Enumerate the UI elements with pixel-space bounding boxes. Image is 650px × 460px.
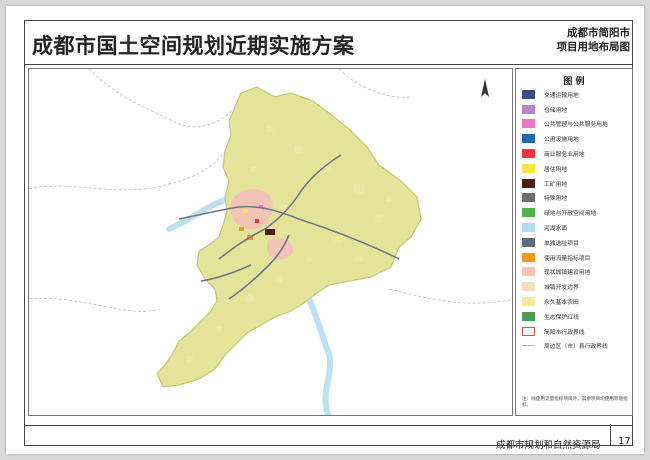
legend-item: 绿地与开敞空间用地 <box>522 205 632 220</box>
legend-item: 公共管理与公共服务用地 <box>522 117 632 132</box>
page-number: 17 <box>618 436 631 447</box>
legend-label: 公用设施用地 <box>544 137 579 144</box>
map-title: 成都市简阳市 项目用地布局图 <box>557 26 631 54</box>
legend-item: 居住用地 <box>522 161 632 176</box>
legend-swatch <box>522 237 535 247</box>
legend-item: 工矿用地 <box>522 176 632 191</box>
legend-swatch <box>522 193 535 203</box>
map-panel[interactable] <box>28 68 513 416</box>
legend-label: 单独选址项目 <box>544 240 579 247</box>
legend-swatch <box>522 282 535 292</box>
legend-label: 城镇开发边界 <box>544 285 579 292</box>
legend-label: 周边区（市）县行政界线 <box>544 344 608 351</box>
legend-item: 特殊用地 <box>522 191 632 206</box>
legend-label: 仓储用地 <box>544 107 568 114</box>
legend-swatch <box>522 223 535 233</box>
footer-divider <box>25 425 632 426</box>
industrial-project <box>265 229 275 235</box>
legend-swatch <box>522 163 535 173</box>
legend-swatch <box>522 149 535 159</box>
commercial-project <box>255 219 259 223</box>
legend-label: 河湖水面 <box>544 226 568 233</box>
legend-panel: 图 例 交通运输用地 仓储用地公共管理与公共服务用地 公用设施用地 商业服务业用地 居住… <box>515 68 633 416</box>
legend-swatch <box>522 104 535 114</box>
legend-item: 使用流量指标项目 <box>522 250 632 265</box>
legend-swatch <box>522 326 535 336</box>
residential-project <box>243 209 248 213</box>
legend-item: 永久基本农田 <box>522 294 632 309</box>
north-arrow-icon <box>481 79 489 97</box>
map-sheet: 成都市国土空间规划近期实施方案 成都市简阳市 项目用地布局图 图 例 交通运输用… <box>6 6 644 454</box>
map-title-line1: 成都市简阳市 <box>567 27 630 39</box>
legend-item: 商业服务业用地 <box>522 146 632 161</box>
legend-label: 工矿用地 <box>544 181 568 188</box>
legend-item: 仓储用地 <box>522 102 632 117</box>
legend-swatch <box>522 267 535 277</box>
map-canvas <box>29 69 512 415</box>
legend-swatch <box>522 89 535 99</box>
legend-title: 图 例 <box>563 77 585 87</box>
quota-project <box>239 227 244 231</box>
legend-label: 居住用地 <box>544 166 568 173</box>
map-title-line2: 项目用地布局图 <box>556 41 631 53</box>
legend-label: 生态保护红线 <box>544 314 579 321</box>
legend-label: 公共管理与公共服务用地 <box>544 122 608 129</box>
legend-item: 公用设施用地 <box>522 131 632 146</box>
organization-name: 成都市规划和自然资源局 <box>496 440 601 451</box>
legend-label: 商业服务业用地 <box>544 152 585 159</box>
legend-note: 注：除使用流量指标项目外，其余项目均使用新增指标。 <box>522 397 628 408</box>
header-divider <box>25 64 632 65</box>
legend-swatch <box>522 345 535 347</box>
legend-swatch <box>522 297 535 307</box>
footer-separator <box>610 424 611 446</box>
legend-item: 交通运输用地 <box>522 87 632 102</box>
legend-item: 简阳市行政界线 <box>522 324 632 339</box>
legend-label: 绿地与开敞空间用地 <box>544 211 597 218</box>
legend-item: 现状城镇建设用地 <box>522 265 632 280</box>
legend-swatch <box>522 311 535 321</box>
legend-item: 周边区（市）县行政界线 <box>522 339 632 354</box>
legend-swatch <box>522 208 535 218</box>
legend-label: 交通运输用地 <box>544 92 579 99</box>
legend-item: 河湖水面 <box>522 220 632 235</box>
legend-label: 永久基本农田 <box>544 300 579 307</box>
legend-list: 交通运输用地 仓储用地公共管理与公共服务用地 公用设施用地 商业服务业用地 居住用地工矿… <box>522 87 632 353</box>
page-title: 成都市国土空间规划近期实施方案 <box>32 34 355 58</box>
legend-item: 城镇开发边界 <box>522 279 632 294</box>
legend-label: 特殊用地 <box>544 196 568 203</box>
legend-item: 单独选址项目 <box>522 235 632 250</box>
legend-swatch <box>522 134 535 144</box>
legend-swatch <box>522 252 535 262</box>
legend-swatch <box>522 178 535 188</box>
legend-label: 现状城镇建设用地 <box>544 270 591 277</box>
legend-label: 简阳市行政界线 <box>544 329 585 336</box>
legend-label: 使用流量指标项目 <box>544 255 591 262</box>
legend-item: 生态保护红线 <box>522 309 632 324</box>
legend-swatch <box>522 119 535 129</box>
